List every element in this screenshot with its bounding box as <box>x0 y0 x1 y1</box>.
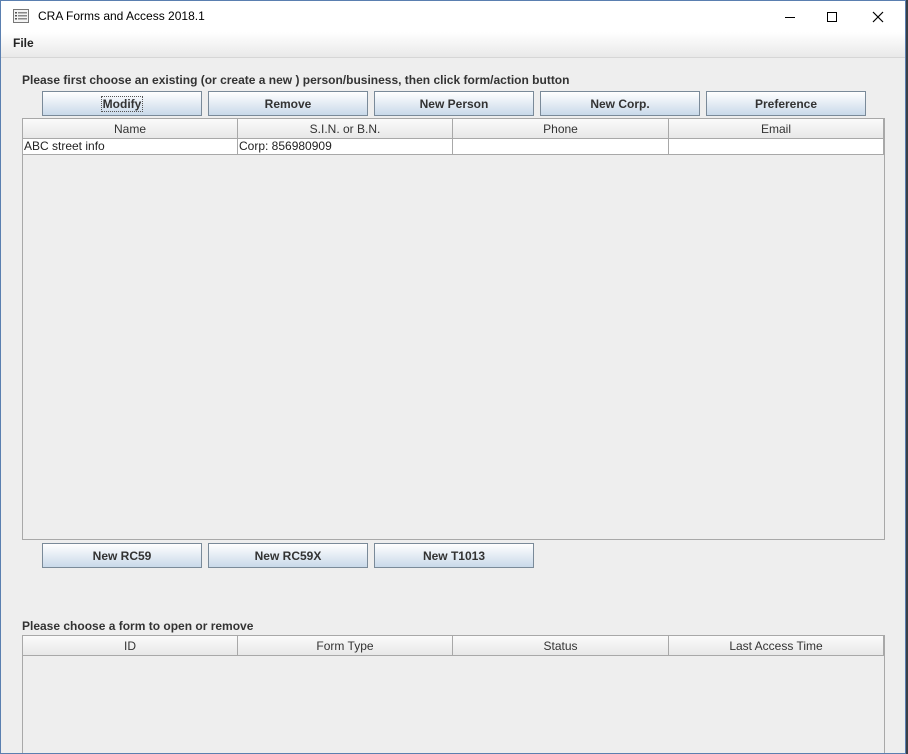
cell-sin-bn[interactable]: Corp: 856980909 <box>238 139 453 155</box>
forms-table[interactable]: ID Form Type Status Last Access Time <box>22 635 885 753</box>
table-row[interactable]: ABC street info Corp: 856980909 <box>23 139 884 155</box>
modify-button[interactable]: Modify <box>42 91 202 116</box>
app-icon <box>13 9 29 23</box>
new-person-button[interactable]: New Person <box>374 91 534 116</box>
menu-bar: File <box>1 32 905 58</box>
maximize-button[interactable] <box>809 1 855 32</box>
new-rc59-button[interactable]: New RC59 <box>42 543 202 568</box>
column-header-last-access-time[interactable]: Last Access Time <box>669 636 884 656</box>
people-table[interactable]: Name S.I.N. or B.N. Phone Email ABC stre… <box>22 118 885 540</box>
close-window-button[interactable] <box>855 1 901 32</box>
app-window: CRA Forms and Access 2018.1 File Please … <box>0 0 906 754</box>
new-t1013-button[interactable]: New T1013 <box>374 543 534 568</box>
column-header-form-type[interactable]: Form Type <box>238 636 453 656</box>
cell-email[interactable] <box>669 139 884 155</box>
column-header-status[interactable]: Status <box>453 636 669 656</box>
new-t1013-button-label: New T1013 <box>422 548 486 563</box>
new-rc59x-button[interactable]: New RC59X <box>208 543 368 568</box>
title-bar[interactable]: CRA Forms and Access 2018.1 <box>1 1 905 32</box>
new-rc59-button-label: New RC59 <box>92 548 152 563</box>
column-header-id[interactable]: ID <box>23 636 238 656</box>
forms-table-header: ID Form Type Status Last Access Time <box>23 636 884 656</box>
column-header-email[interactable]: Email <box>669 119 884 139</box>
menu-file[interactable]: File <box>13 36 34 50</box>
preference-button[interactable]: Preference <box>706 91 866 116</box>
close-icon <box>872 11 884 22</box>
preference-button-label: Preference <box>754 96 818 111</box>
column-header-sin-bn[interactable]: S.I.N. or B.N. <box>238 119 453 139</box>
window-title: CRA Forms and Access 2018.1 <box>38 9 205 23</box>
people-table-header: Name S.I.N. or B.N. Phone Email <box>23 119 884 139</box>
new-corp-button[interactable]: New Corp. <box>540 91 700 116</box>
new-corp-button-label: New Corp. <box>590 96 650 111</box>
remove-button[interactable]: Remove <box>208 91 368 116</box>
column-header-phone[interactable]: Phone <box>453 119 669 139</box>
people-instruction: Please first choose an existing (or crea… <box>22 73 570 87</box>
column-header-name[interactable]: Name <box>23 119 238 139</box>
cell-phone[interactable] <box>453 139 669 155</box>
new-person-button-label: New Person <box>419 96 489 111</box>
remove-button-label: Remove <box>264 96 312 111</box>
maximize-icon <box>827 11 837 22</box>
cell-name[interactable]: ABC street info <box>23 139 238 155</box>
minimize-button[interactable] <box>767 1 813 32</box>
modify-button-label: Modify <box>100 95 144 112</box>
new-rc59x-button-label: New RC59X <box>254 548 322 563</box>
forms-instruction: Please choose a form to open or remove <box>22 619 254 633</box>
minimize-icon <box>785 16 795 18</box>
